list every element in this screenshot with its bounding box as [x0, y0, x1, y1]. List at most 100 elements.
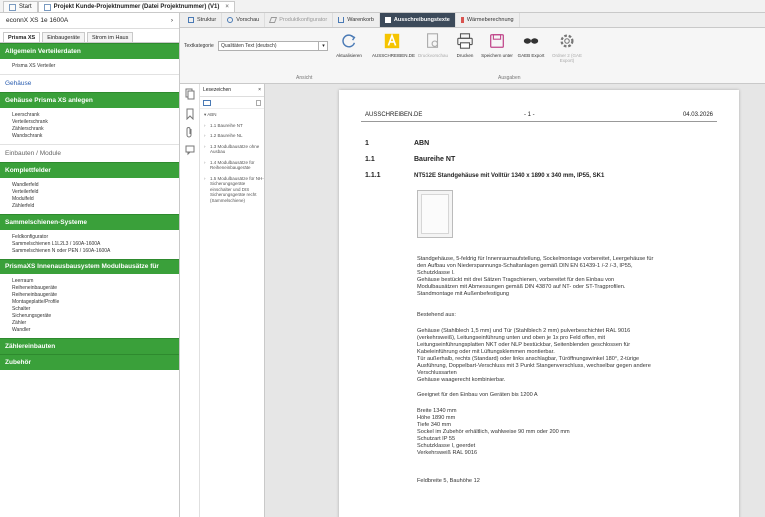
section-header[interactable]: Allgemein Verteilerdaten: [0, 43, 179, 59]
refresh-button[interactable]: Aktualisieren: [332, 32, 366, 58]
catalog-item[interactable]: Zähler: [12, 320, 169, 327]
print-preview-label: Druckvorschau: [417, 53, 448, 58]
catalog-item[interactable]: Feldkonfigurator: [12, 234, 169, 241]
tab-warenkorb[interactable]: Warenkorb: [333, 13, 380, 27]
tab-struktur[interactable]: Struktur: [183, 13, 223, 27]
bookmark-item[interactable]: › 1.2 Baureihe NL: [200, 133, 264, 139]
tab-einbaugeraete[interactable]: Einbaugeräte: [42, 32, 85, 42]
catalog-item[interactable]: Leerschrank: [12, 112, 169, 119]
pencil-icon: [269, 17, 278, 23]
chevron-right-icon[interactable]: ›: [204, 144, 206, 150]
pages-icon[interactable]: [185, 88, 195, 100]
tab-prisma-xs[interactable]: Prisma XS: [3, 32, 41, 42]
page-header-center: - 1 -: [524, 112, 535, 118]
text-category-label: Textkategorie: [184, 43, 214, 49]
section-items: Leerschrank Verteilerschrank Zählerschrank…: [0, 108, 179, 144]
catalog-item[interactable]: Wandschrank: [12, 133, 169, 140]
catalog-item[interactable]: Verteilerfeld: [12, 189, 169, 196]
save-as-button[interactable]: Speichern unter: [480, 32, 514, 58]
catalog-item[interactable]: Modulfeld: [12, 196, 169, 203]
catalog-item[interactable]: Montageplatte/Profile: [12, 299, 169, 306]
bookmark-label: ABN: [207, 112, 217, 117]
section-header[interactable]: Sammelschienen-Systeme: [0, 214, 179, 230]
catalog-item[interactable]: Sammelschienen L1L2L3 / 160A-1600A: [12, 241, 169, 248]
catalog-item[interactable]: Reiheneinbaugeräte: [12, 285, 169, 292]
bookmarks-panel: Lesezeichen × ▾ ABN › 1.1 Baureihe NT › 1.2 …: [200, 84, 265, 517]
tab-project[interactable]: Projekt Kunde-Projektnummer (Datei Proje…: [37, 1, 235, 12]
section-header[interactable]: Zubehör: [0, 354, 179, 370]
product-image: [417, 190, 453, 238]
page-header-left: AUSSCHREIBEN.DE: [365, 112, 423, 118]
gaeb-export-button[interactable]: GAEB Export: [514, 32, 548, 58]
heading-2-number: 1.1: [365, 156, 375, 163]
document-icon: [43, 3, 51, 11]
catalog-item[interactable]: Schalter: [12, 306, 169, 313]
tab-waermeberechnung-label: Wärmeberechnung: [466, 17, 514, 23]
tab-produktkonfigurator-label: Produktkonfigurator: [279, 17, 328, 23]
catalog-item[interactable]: Leerraum: [12, 278, 169, 285]
comment-icon[interactable]: [185, 144, 195, 156]
ausschreiben-label: AUSSCHREIBEN.DE: [372, 53, 416, 58]
bookmark-item[interactable]: › 1.5 Modulbausätze für NH-Sicherungsgerä…: [200, 176, 264, 204]
save-as-label: Speichern unter: [481, 53, 513, 58]
catalog-item[interactable]: Wandler: [12, 327, 169, 334]
gaeb-ordner-label: Ordner 2 (GAE Export): [551, 53, 582, 63]
window-tab-bar: Start Projekt Kunde-Projektnummer (Datei…: [0, 0, 765, 13]
tab-start[interactable]: Start: [3, 1, 38, 12]
close-icon[interactable]: ×: [258, 87, 261, 93]
bookmark-icon[interactable]: [185, 108, 195, 120]
catalog-item[interactable]: Zählerschrank: [12, 126, 169, 133]
catalog-item[interactable]: Zählerfeld: [12, 203, 169, 210]
section-header[interactable]: PrismaXS Innenausbausystem Modulbausätze…: [0, 259, 179, 274]
chevron-right-icon[interactable]: ›: [204, 133, 206, 139]
catalog-item[interactable]: Wandlerfeld: [12, 182, 169, 189]
gaeb-ordner-button[interactable]: Ordner 2 (GAE Export): [550, 32, 584, 63]
tab-ausschreibungstexte-label: Ausschreibungstexte: [393, 17, 450, 23]
section-items: Wandlerfeld Verteilerfeld Modulfeld Zählerf…: [0, 178, 179, 214]
side-icon-strip: [180, 84, 200, 517]
paragraph-suitability: Geeignet für den Einbau von Geräten bis …: [417, 392, 538, 398]
section-header[interactable]: Gehäuse Prisma XS anlegen: [0, 92, 179, 108]
ausschreiben-button[interactable]: AUSSCHREIBEN.DE: [372, 32, 416, 58]
bookmarks-list: ▾ ABN › 1.1 Baureihe NT › 1.2 Baureihe NL › 1.…: [200, 112, 264, 203]
chevron-right-icon[interactable]: ›: [204, 123, 206, 129]
catalog-item[interactable]: Sicherungsgeräte: [12, 313, 169, 320]
chevron-right-icon: ›: [170, 17, 173, 24]
text-category-select[interactable]: Qualitäten Text (deutsch): [218, 41, 328, 51]
bookmark-item[interactable]: › 1.3 Modulbausätze ohne Ausbau: [200, 144, 264, 155]
catalog-item[interactable]: Sammelschienen N oder PEN / 160A-1600A: [12, 248, 169, 255]
paragraph-bestehend: Bestehend aus:: [417, 312, 456, 318]
save-icon: [490, 34, 504, 48]
tab-produktkonfigurator[interactable]: Produktkonfigurator: [265, 13, 334, 27]
chevron-down-icon[interactable]: ▾: [318, 41, 328, 51]
device-selector[interactable]: econnX XS 1e 1600A ›: [0, 13, 179, 29]
chevron-right-icon[interactable]: ›: [204, 176, 206, 182]
tab-ausschreibungstexte[interactable]: Ausschreibungstexte: [379, 13, 456, 27]
section-link[interactable]: Gehäuse: [0, 74, 179, 92]
bookmark-item[interactable]: ▾ ABN: [200, 112, 264, 118]
gaeb-export-icon: [523, 38, 539, 44]
gaeb-export-label: GAEB Export: [517, 53, 545, 58]
heading-3-number: 1.1.1: [365, 172, 381, 179]
bookmark-item[interactable]: › 1.1 Baureihe NT: [200, 123, 264, 129]
bookmark-item[interactable]: › 1.4 Modulbausätze für Reiheneinbaugerät…: [200, 160, 264, 171]
tab-close-icon[interactable]: ×: [225, 4, 229, 10]
tab-vorschau-label: Vorschau: [236, 17, 260, 23]
catalog-item[interactable]: Verteilerschrank: [12, 119, 169, 126]
chevron-right-icon[interactable]: ›: [204, 160, 206, 166]
tab-vorschau[interactable]: Vorschau: [222, 13, 266, 27]
bookmark-options-icon[interactable]: [203, 99, 211, 106]
tab-strom-im-haus[interactable]: Strom im Haus: [86, 32, 134, 42]
section-header[interactable]: Zählereinbauten: [0, 338, 179, 354]
print-button[interactable]: Drucken: [448, 32, 482, 58]
heading-1-title: ABN: [414, 140, 430, 147]
tab-waermeberechnung[interactable]: Wärmeberechnung: [456, 13, 520, 27]
section-link[interactable]: Einbauten / Module: [0, 144, 179, 162]
section-header[interactable]: Komplettfelder: [0, 162, 179, 178]
document-viewer[interactable]: AUSSCHREIBEN.DE - 1 - 04.03.2026 1 ABN 1…: [265, 84, 765, 517]
print-preview-button[interactable]: Druckvorschau: [416, 32, 450, 58]
attachment-icon[interactable]: [185, 126, 195, 138]
bookmark-add-icon[interactable]: [256, 99, 261, 106]
catalog-item[interactable]: Reiheneinbaugeräte: [12, 292, 169, 299]
catalog-item[interactable]: Prisma XS Verteiler: [12, 63, 169, 70]
